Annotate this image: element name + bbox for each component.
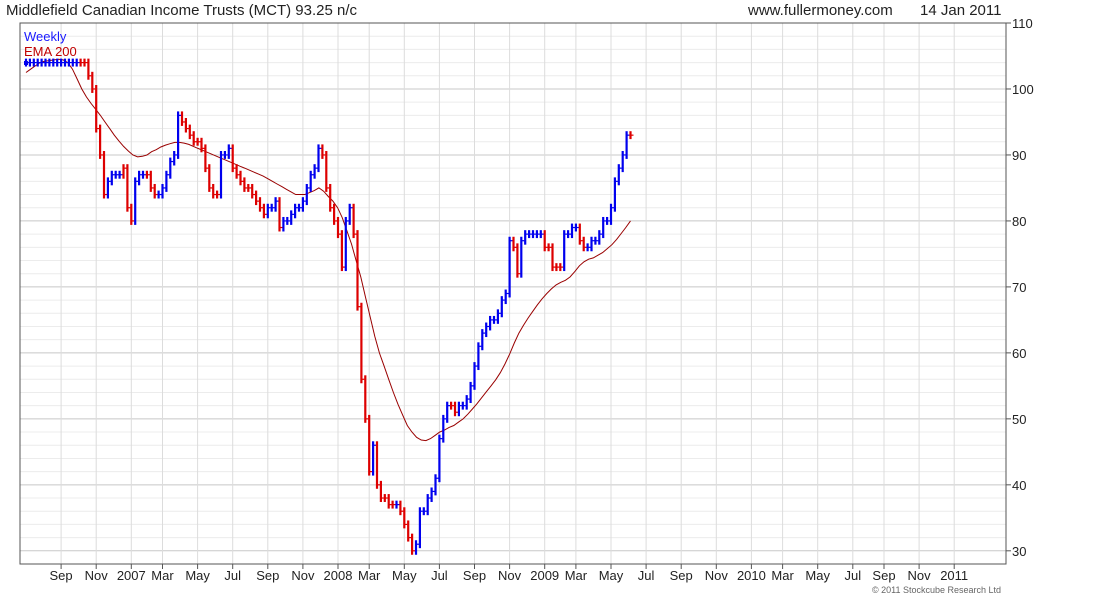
y-tick-label: 80 (1012, 214, 1026, 229)
copyright-notice: © 2011 Stockcube Research Ltd (872, 585, 1002, 595)
x-tick-label: Sep (256, 568, 279, 583)
x-tick-label: Nov (498, 568, 522, 583)
x-tick-label: 2008 (324, 568, 353, 583)
weekly-bars (24, 58, 634, 555)
price-chart: Sep Nov 2007 Mar May Jul Sep Nov 2008 Mar May Jul Se… (19, 16, 1034, 583)
x-tick-label: 2011 (940, 568, 968, 583)
y-tick-label: 30 (1012, 544, 1026, 559)
legend-weekly: Weekly (24, 29, 67, 44)
x-tick-label: May (185, 568, 210, 583)
x-tick-label: Sep (50, 568, 73, 583)
y-tick-label: 100 (1012, 82, 1034, 97)
x-axis: Sep Nov 2007 Mar May Jul Sep Nov 2008 Mar May Jul Se… (50, 564, 968, 583)
y-axis: 30 40 50 60 70 80 90 100 110 (1006, 16, 1034, 559)
grid (20, 22, 1006, 564)
y-tick-label: 110 (1012, 16, 1033, 31)
x-tick-label: Mar (565, 568, 588, 583)
x-tick-label: Nov (291, 568, 315, 583)
plot-area (19, 22, 1007, 565)
legend-ema: EMA 200 (24, 44, 77, 59)
y-tick-label: 60 (1012, 346, 1026, 361)
x-tick-label: 2007 (117, 568, 146, 583)
x-tick-label: 2010 (737, 568, 766, 583)
x-tick-label: Mar (771, 568, 794, 583)
y-tick-label: 40 (1012, 478, 1026, 493)
x-tick-label: Jul (638, 568, 655, 583)
x-tick-label: 2009 (530, 568, 559, 583)
x-tick-label: Jul (431, 568, 448, 583)
x-tick-label: Mar (151, 568, 174, 583)
x-tick-label: Jul (844, 568, 861, 583)
x-tick-label: May (599, 568, 624, 583)
y-tick-label: 50 (1012, 412, 1026, 427)
y-tick-label: 70 (1012, 280, 1026, 295)
x-tick-label: Nov (705, 568, 729, 583)
y-tick-label: 90 (1012, 148, 1026, 163)
x-tick-label: Sep (463, 568, 486, 583)
x-tick-label: Sep (872, 568, 895, 583)
x-tick-label: Nov (908, 568, 932, 583)
x-tick-label: Mar (358, 568, 381, 583)
x-tick-label: Jul (224, 568, 241, 583)
legend-marker (24, 61, 28, 65)
x-tick-label: May (392, 568, 417, 583)
x-tick-label: Nov (85, 568, 109, 583)
ema-200-line (25, 58, 631, 442)
x-tick-label: Sep (670, 568, 693, 583)
x-tick-label: May (805, 568, 830, 583)
